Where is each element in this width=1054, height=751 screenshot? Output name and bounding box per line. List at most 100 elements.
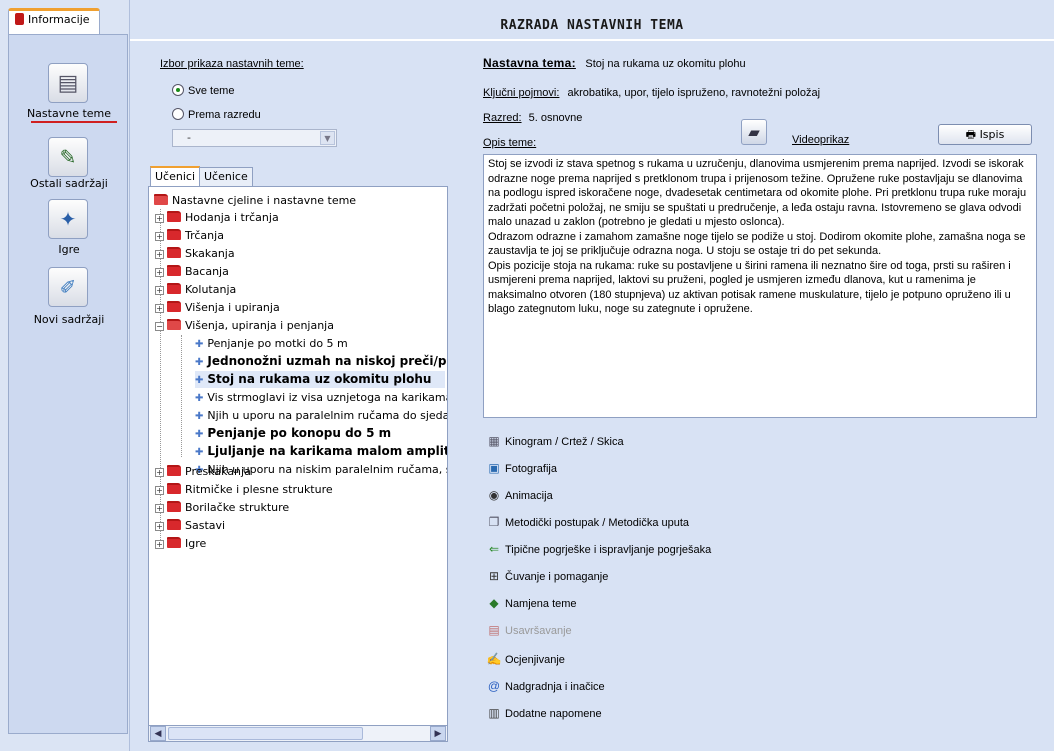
expand-icon[interactable]: + (155, 304, 164, 313)
expand-icon[interactable]: + (155, 468, 164, 477)
radio-sve-teme-indicator[interactable] (172, 84, 184, 96)
resource-napomene[interactable]: ▥ Dodatne napomene (486, 704, 602, 722)
edit-document-icon: ✎ (59, 145, 77, 169)
tab-ucenice[interactable]: Učenice (199, 167, 253, 187)
printer-icon: 🖶 (965, 128, 977, 141)
tree-group[interactable]: + Trčanja (155, 227, 224, 244)
page-title: RAZRADA NASTAVNIH TEMA (500, 18, 684, 33)
folder-icon (167, 211, 181, 222)
resource-cuvanje[interactable]: ⊞ Čuvanje i pomaganje (486, 567, 608, 585)
tree-group-expanded[interactable]: − Višenja, upiranja i penjanja (155, 317, 334, 334)
resource-label: Namjena teme (505, 598, 577, 610)
errors-icon: ⇐ (488, 542, 500, 556)
resource-label: Animacija (505, 490, 553, 502)
sidebar-item-igre-button[interactable]: ✦ (48, 199, 88, 239)
topic-tree: Nastavne cjeline i nastavne teme + Hodanj… (148, 186, 448, 741)
tree-leaf[interactable]: ✚ Penjanje po motki do 5 m (195, 335, 348, 352)
tree-group[interactable]: + Borilačke strukture (155, 499, 289, 516)
video-link[interactable]: Videoprikaz (792, 134, 849, 146)
expand-icon[interactable]: + (155, 250, 164, 259)
keywords-value: akrobatika, upor, tijelo ispruženo, ravn… (567, 87, 821, 99)
description-paragraph: Stoj se izvodi iz stava spetnog s rukama… (488, 158, 1027, 228)
sidebar-item-novi-sadrzaji-label[interactable]: Novi sadržaji (9, 313, 129, 326)
tree-leaf[interactable]: ✚ Penjanje po konopu do 5 m (195, 425, 391, 442)
tree-group[interactable]: + Hodanja i trčanja (155, 209, 279, 226)
tree-group[interactable]: + Skakanja (155, 245, 235, 262)
header-divider (130, 39, 1054, 41)
sidebar: Informacije ▤ Nastavne teme ✎ Ostali sad… (0, 0, 130, 751)
description-label: Opis teme: (483, 137, 537, 149)
folder-icon (167, 229, 181, 240)
video-camera-icon[interactable]: ▰ (741, 119, 767, 145)
sidebar-item-nastavne-teme-label[interactable]: Nastavne teme (9, 107, 129, 120)
tab-informacije[interactable]: Informacije (8, 8, 100, 34)
tree-group-label: Višenja, upiranja i penjanja (185, 319, 334, 332)
resource-label: Dodatne napomene (505, 708, 602, 720)
folder-icon (167, 283, 181, 294)
scroll-right-icon[interactable]: ▶ (430, 726, 446, 741)
tree-root[interactable]: Nastavne cjeline i nastavne teme (151, 192, 356, 209)
tree-group[interactable]: + Višenja i upiranja (155, 299, 280, 316)
expand-icon[interactable]: + (155, 268, 164, 277)
expand-icon[interactable]: + (155, 214, 164, 223)
radio-sve-teme[interactable]: Sve teme (172, 84, 234, 97)
topic-bullet-icon: ✚ (195, 375, 204, 386)
collapse-icon[interactable]: − (155, 322, 164, 331)
resource-kinogram[interactable]: ▦ Kinogram / Crtež / Skica (486, 432, 623, 450)
resource-namjena[interactable]: ◆ Namjena teme (486, 594, 577, 612)
resource-label: Tipične pogrješke i ispravljanje pogrješ… (505, 544, 712, 556)
expand-icon[interactable]: + (155, 522, 164, 531)
tree-group-label: Skakanja (185, 247, 235, 260)
grade-row: Razred: 5. osnovne (483, 112, 582, 124)
active-item-underline (31, 121, 117, 123)
sidebar-item-ostali-sadrzaji-label[interactable]: Ostali sadržaji (9, 177, 129, 190)
tab-ucenici[interactable]: Učenici (150, 166, 200, 187)
resource-pogreske[interactable]: ⇐ Tipične pogrješke i ispravljanje pogrje… (486, 540, 711, 558)
scroll-thumb[interactable] (168, 727, 363, 740)
tree-leaf[interactable]: ✚ Njih u uporu na paralelnim ručama do sj… (195, 407, 447, 424)
tree-leaf-selected[interactable]: ✚ Stoj na rukama uz okomitu plohu (195, 371, 445, 388)
expand-icon[interactable]: + (155, 286, 164, 295)
sidebar-item-ostali-sadrzaji-button[interactable]: ✎ (48, 137, 88, 177)
expand-icon[interactable]: + (155, 504, 164, 513)
tree-group[interactable]: + Preskakanja (155, 463, 251, 480)
print-button[interactable]: 🖶 Ispis (938, 124, 1032, 145)
tree-group-label: Hodanja i trčanja (185, 211, 279, 224)
sidebar-item-novi-sadrzaji-button[interactable]: ✐ (48, 267, 88, 307)
resource-metodicki[interactable]: ❐ Metodički postupak / Metodička uputa (486, 513, 689, 531)
resource-animacija[interactable]: ◉ Animacija (486, 486, 553, 504)
tree-group-label: Trčanja (185, 229, 224, 242)
folder-icon (167, 465, 181, 476)
tree-group-label: Kolutanja (185, 283, 237, 296)
purpose-icon: ◆ (489, 596, 499, 610)
resource-fotografija[interactable]: ▣ Fotografija (486, 459, 557, 477)
tree-group-label: Bacanja (185, 265, 229, 278)
document-icon: ▤ (57, 70, 79, 96)
tree-leaf[interactable]: ✚ Vis strmoglavi iz visa uznjetoga na kar… (195, 389, 447, 406)
tree-group[interactable]: + Ritmičke i plesne strukture (155, 481, 333, 498)
resource-label: Usavršavanje (505, 625, 572, 637)
chevron-down-icon[interactable]: ▼ (320, 131, 335, 145)
topic-label: Nastavna tema: (483, 56, 576, 70)
sidebar-item-nastavne-teme-button[interactable]: ▤ (48, 63, 88, 103)
tree-group[interactable]: + Igre (155, 535, 206, 552)
radio-prema-razredu-indicator[interactable] (172, 108, 184, 120)
expand-icon[interactable]: + (155, 540, 164, 549)
tree-leaf[interactable]: ✚Ljuljanje na karikama malom amplitude (195, 443, 447, 460)
animation-icon: ◉ (488, 488, 500, 502)
sidebar-item-igre-label[interactable]: Igre (9, 243, 129, 256)
grade-select[interactable]: - ▼ (172, 129, 337, 147)
expand-icon[interactable]: + (155, 232, 164, 241)
scroll-left-icon[interactable]: ◀ (150, 726, 166, 741)
tree-group[interactable]: + Bacanja (155, 263, 229, 280)
tree-root-label: Nastavne cjeline i nastavne teme (172, 194, 357, 207)
tree-group[interactable]: + Kolutanja (155, 281, 236, 298)
sidebar-panel: ▤ Nastavne teme ✎ Ostali sadržaji ✦ Igre… (8, 34, 128, 734)
resource-nadgradnja[interactable]: @ Nadgradnja i inačice (486, 677, 605, 695)
resource-ocjenjivanje[interactable]: ✍ Ocjenjivanje (486, 650, 565, 668)
tree-leaf[interactable]: ✚ Jednonožni uzmah na niskoj preči/pritk (195, 353, 447, 370)
expand-icon[interactable]: + (155, 486, 164, 495)
radio-prema-razredu[interactable]: Prema razredu (172, 108, 261, 121)
tree-horizontal-scrollbar[interactable]: ◀ ▶ (148, 725, 448, 742)
tree-group[interactable]: + Sastavi (155, 517, 225, 534)
